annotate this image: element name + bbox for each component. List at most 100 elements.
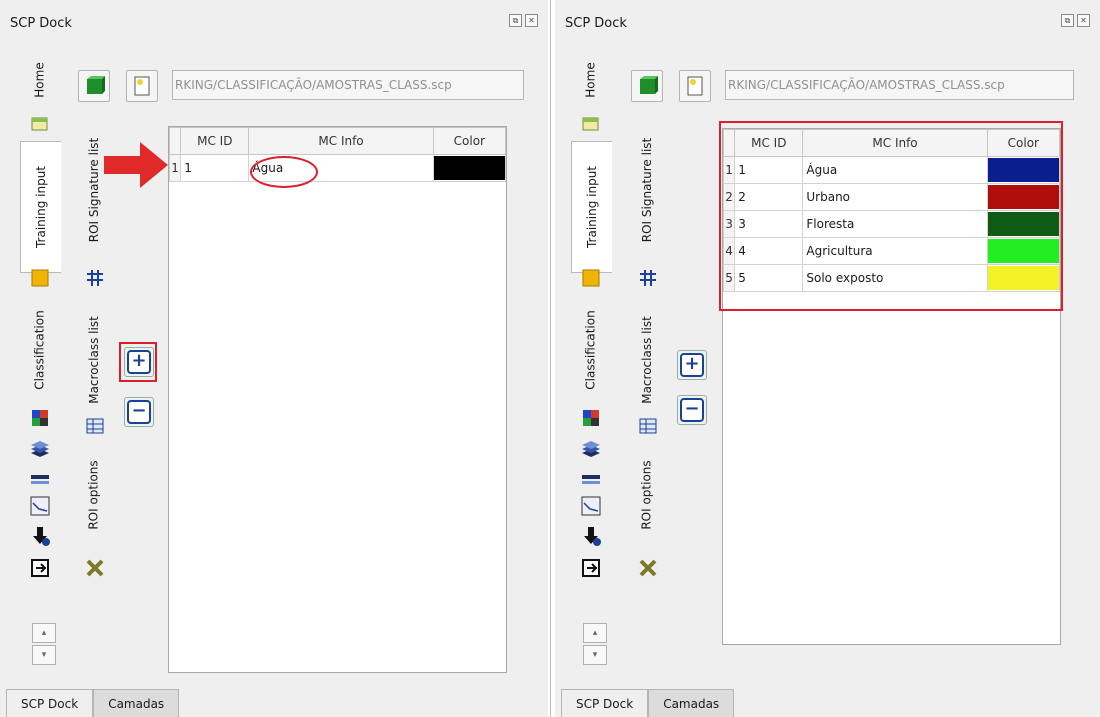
bottom-tabbar: SCP Dock Camadas (561, 689, 735, 717)
dock-title-buttons: ⧉ ✕ (509, 14, 538, 27)
scp-dock-panel-left: SCP Dock ⧉ ✕ Home Training input Classif… (0, 0, 548, 717)
tab-roi-options[interactable]: ROI options (633, 440, 661, 550)
remove-macroclass-button[interactable]: − (677, 395, 707, 425)
float-dock-icon[interactable]: ⧉ (1061, 14, 1074, 27)
download-icon[interactable] (29, 525, 51, 547)
tab-classification[interactable]: Classification (571, 295, 611, 405)
tab-home-label: Home (584, 62, 598, 98)
classification-icon (31, 269, 49, 287)
tab-home[interactable]: Home (20, 55, 60, 105)
color-cell[interactable] (432, 154, 507, 182)
band-set-icon[interactable] (29, 407, 51, 429)
scp-dock-panel-right: SCP Dock ⧉ ✕ Home Training input Classif… (555, 0, 1100, 717)
table-header-row: MC ID MC Info Color (168, 127, 507, 155)
roi-grid-icon (640, 270, 656, 286)
layers-icon[interactable] (580, 439, 602, 461)
close-dock-icon[interactable]: ✕ (1077, 14, 1090, 27)
training-sub-tabbar: ROI Signature list Macroclass list ROI o… (80, 120, 110, 590)
highlight-ellipse-agua (250, 156, 318, 188)
bottom-tab-scp-dock[interactable]: SCP Dock (561, 689, 649, 717)
color-swatch (433, 156, 505, 180)
minus-icon: − (127, 400, 151, 424)
band-set-icon[interactable] (580, 407, 602, 429)
new-training-file-button[interactable] (631, 70, 663, 102)
tab-classification[interactable]: Classification (20, 295, 60, 405)
training-note-icon (582, 117, 599, 131)
open-training-file-button[interactable] (679, 70, 711, 102)
dock-title-buttons: ⧉ ✕ (1061, 14, 1090, 27)
close-dock-icon[interactable]: ✕ (525, 14, 538, 27)
bottom-tabbar: SCP Dock Camadas (6, 689, 180, 717)
tools-icon (639, 559, 657, 577)
row-number-cell[interactable]: 1 (168, 154, 182, 182)
classification-icon (582, 269, 600, 287)
column-header-mc-info[interactable]: MC Info (248, 127, 434, 155)
spectral-plot-icon[interactable] (29, 495, 51, 517)
tab-roi-signature-list[interactable]: ROI Signature list (633, 120, 661, 260)
export-icon[interactable] (29, 557, 51, 579)
remove-macroclass-button[interactable]: − (124, 397, 154, 427)
training-note-icon (31, 117, 48, 131)
scroll-down-button[interactable]: ▾ (583, 645, 607, 665)
scroll-up-button[interactable]: ▴ (583, 623, 607, 643)
table-icon (86, 418, 104, 434)
download-icon[interactable] (580, 525, 602, 547)
panel-divider (550, 0, 554, 717)
green-cube-icon (87, 76, 105, 94)
minus-icon: − (680, 398, 704, 422)
tab-home-label: Home (33, 62, 47, 98)
green-cube-icon (640, 76, 658, 94)
highlight-rect-table (719, 121, 1063, 311)
tab-roi-options-label: ROI options (87, 460, 101, 530)
macroclass-table-container: MC ID MC Info Color 1 1 Água (168, 126, 507, 673)
add-macroclass-button[interactable]: + (677, 350, 707, 380)
mc-id-cell[interactable]: 1 (180, 154, 250, 182)
training-file-path-field[interactable]: RKING/CLASSIFICAÇÃO/AMOSTRAS_CLASS.scp (172, 70, 524, 100)
tab-roi-signature-list-label: ROI Signature list (87, 137, 101, 243)
dock-title: SCP Dock (565, 16, 627, 31)
tab-macroclass-list[interactable]: Macroclass list (80, 295, 108, 425)
tab-roi-options-label: ROI options (640, 460, 654, 530)
float-dock-icon[interactable]: ⧉ (509, 14, 522, 27)
tab-roi-options[interactable]: ROI options (80, 440, 108, 550)
red-arrow-annotation (104, 142, 168, 188)
tab-training-input[interactable]: Training input (20, 141, 61, 273)
training-sub-tabbar: ROI Signature list Macroclass list ROI o… (633, 120, 663, 590)
tab-macroclass-list-label: Macroclass list (640, 316, 655, 404)
export-icon[interactable] (580, 557, 602, 579)
training-file-path-field[interactable]: RKING/CLASSIFICAÇÃO/AMOSTRAS_CLASS.scp (725, 70, 1074, 100)
tools-icon (86, 559, 104, 577)
tab-training-input-label: Training input (585, 165, 599, 249)
bottom-tab-camadas[interactable]: Camadas (648, 689, 735, 717)
open-file-icon (134, 76, 150, 96)
scroll-down-button[interactable]: ▾ (32, 645, 56, 665)
tab-classification-label: Classification (33, 310, 47, 390)
plus-icon: + (680, 353, 704, 377)
tab-home[interactable]: Home (571, 55, 611, 105)
tab-macroclass-list-label: Macroclass list (87, 316, 102, 404)
bottom-tab-camadas[interactable]: Camadas (93, 689, 180, 717)
scroll-up-button[interactable]: ▴ (32, 623, 56, 643)
spectral-bars-icon[interactable] (29, 469, 51, 491)
tab-roi-signature-list-label: ROI Signature list (640, 137, 654, 243)
tab-training-input-label: Training input (34, 165, 48, 249)
tab-classification-label: Classification (584, 310, 598, 390)
tab-macroclass-list[interactable]: Macroclass list (633, 295, 661, 425)
spectral-plot-icon[interactable] (580, 495, 602, 517)
main-vertical-tabbar: Home Training input Classification ▴ ▾ (571, 55, 613, 675)
open-file-icon (687, 76, 703, 96)
highlight-rect-add-button (119, 342, 157, 382)
column-header-color[interactable]: Color (432, 127, 507, 155)
table-icon (639, 418, 657, 434)
spectral-bars-icon[interactable] (580, 469, 602, 491)
open-training-file-button[interactable] (126, 70, 158, 102)
bottom-tab-scp-dock[interactable]: SCP Dock (6, 689, 94, 717)
layers-icon[interactable] (29, 439, 51, 461)
tab-training-input[interactable]: Training input (571, 141, 612, 273)
row-number-header (168, 127, 182, 155)
macroclass-table: MC ID MC Info Color 1 1 Água (168, 127, 507, 182)
table-row[interactable]: 1 1 Água (168, 154, 507, 182)
main-vertical-tabbar: Home Training input Classification ▴ ▾ (20, 55, 62, 675)
column-header-mc-id[interactable]: MC ID (180, 127, 250, 155)
new-training-file-button[interactable] (78, 70, 110, 102)
